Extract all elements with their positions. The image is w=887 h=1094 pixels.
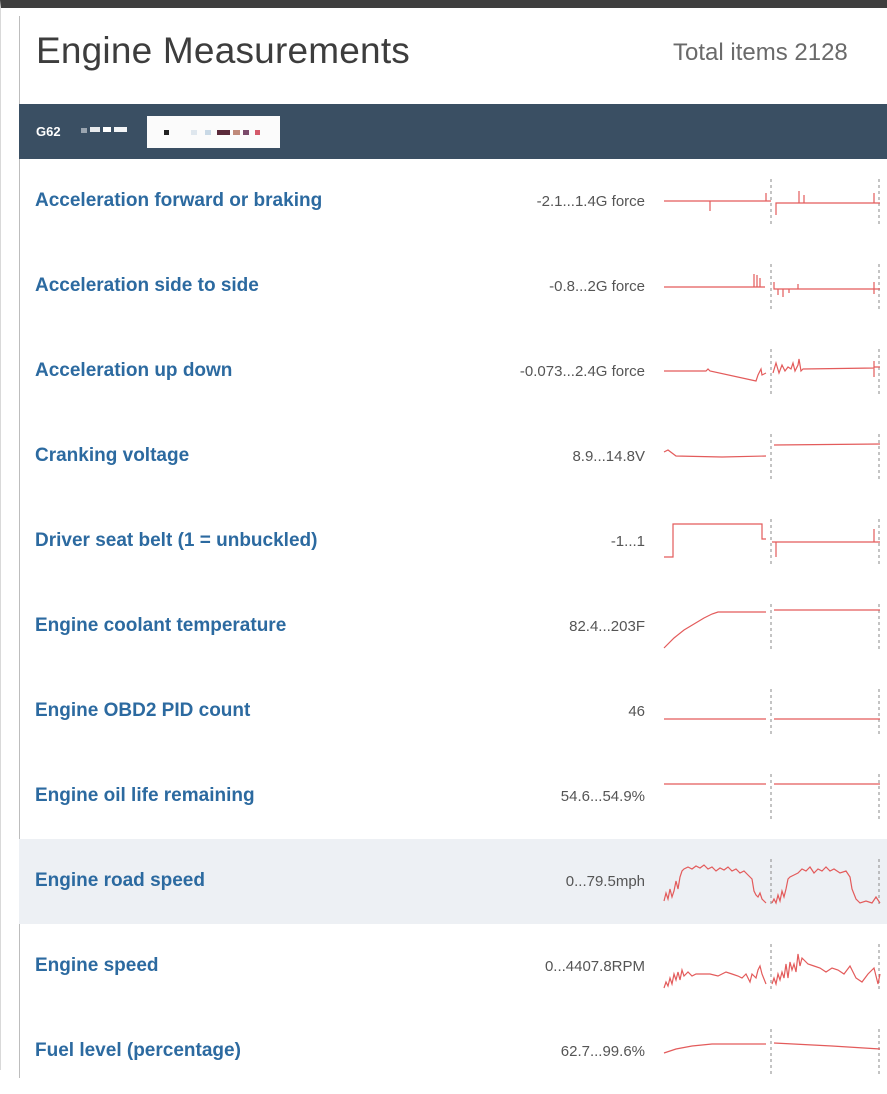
- measurement-name-link[interactable]: Acceleration side to side: [35, 275, 259, 297]
- measurement-row[interactable]: Cranking voltage 8.9...14.8V: [19, 414, 887, 499]
- sparkline-trace: [664, 274, 880, 297]
- measurement-row[interactable]: Engine speed 0...4407.8RPM: [19, 924, 887, 1009]
- measurement-range: 54.6...54.9%: [560, 788, 645, 805]
- redacted-vehicle-name: [147, 116, 280, 148]
- measurement-name-link[interactable]: Acceleration forward or braking: [35, 190, 322, 212]
- measurement-name-link[interactable]: Engine OBD2 PID count: [35, 700, 250, 722]
- measurement-range: -2.1...1.4G force: [536, 193, 645, 210]
- measurement-range: 0...4407.8RPM: [544, 958, 645, 975]
- sparkline: [663, 604, 880, 650]
- measurement-range: 62.7...99.6%: [560, 1043, 645, 1060]
- sparkline: [664, 264, 880, 310]
- measurement-row[interactable]: Acceleration up down -0.073...2.4G force: [19, 329, 887, 414]
- sparkline-trace: [663, 443, 881, 458]
- measurement-name-link[interactable]: Acceleration up down: [35, 360, 232, 382]
- sparkline: [664, 774, 880, 820]
- measurement-name-link[interactable]: Driver seat belt (1 = unbuckled): [35, 530, 317, 552]
- sparkline: [663, 1029, 881, 1075]
- total-items-count: Total items 2128: [673, 39, 848, 66]
- measurement-range: -0.8...2G force: [549, 278, 645, 295]
- measurement-range: 0...79.5mph: [565, 873, 645, 890]
- measurement-list: Acceleration forward or braking -2.1...1.…: [19, 159, 887, 1094]
- measurement-range: -0.073...2.4G force: [519, 363, 645, 380]
- measurement-name-link[interactable]: Engine oil life remaining: [35, 785, 255, 807]
- sparkline: [664, 519, 880, 565]
- sparkline-trace: [663, 953, 881, 989]
- measurement-row[interactable]: Acceleration side to side -0.8...2G force: [19, 244, 887, 329]
- measurement-name-link[interactable]: Engine coolant temperature: [35, 615, 286, 637]
- measurement-name-link[interactable]: Engine road speed: [35, 870, 205, 892]
- sparkline-trace: [664, 191, 880, 215]
- measurement-row[interactable]: Engine road speed 0...79.5mph: [19, 839, 887, 924]
- sparkline-trace: [663, 609, 880, 649]
- measurement-row[interactable]: Fuel level (percentage) 62.7...99.6%: [19, 1009, 887, 1094]
- measurement-row[interactable]: Acceleration forward or braking -2.1...1.…: [19, 159, 887, 244]
- measurement-row[interactable]: Engine oil life remaining 54.6...54.9%: [19, 754, 887, 839]
- sparkline: [664, 689, 880, 735]
- sparkline: [663, 434, 881, 480]
- measurement-range: 46: [628, 703, 645, 720]
- sparkline-trace: [664, 523, 880, 558]
- measurement-range: 8.9...14.8V: [572, 448, 645, 465]
- measurement-row[interactable]: Engine OBD2 PID count 46: [19, 669, 887, 754]
- measurement-row[interactable]: Engine coolant temperature 82.4...203F: [19, 584, 887, 669]
- measurement-row[interactable]: Driver seat belt (1 = unbuckled) -1...1: [19, 499, 887, 584]
- measurement-name-link[interactable]: Fuel level (percentage): [35, 1040, 241, 1062]
- vehicle-id: G62: [36, 124, 61, 139]
- measurement-name-link[interactable]: Cranking voltage: [35, 445, 189, 467]
- sparkline-trace: [663, 1042, 881, 1054]
- measurement-range: -1...1: [610, 533, 645, 550]
- vehicle-bar: G62: [19, 104, 887, 159]
- measurement-range: 82.4...203F: [569, 618, 645, 635]
- sparkline: [663, 944, 881, 990]
- sparkline: [664, 349, 880, 395]
- page-title: Engine Measurements: [36, 30, 410, 71]
- sparkline-trace: [663, 864, 881, 905]
- measurement-name-link[interactable]: Engine speed: [35, 955, 159, 977]
- sparkline: [663, 859, 881, 905]
- sparkline-trace: [664, 358, 880, 382]
- sparkline: [664, 179, 880, 225]
- redacted-vehicle-id: [81, 127, 127, 134]
